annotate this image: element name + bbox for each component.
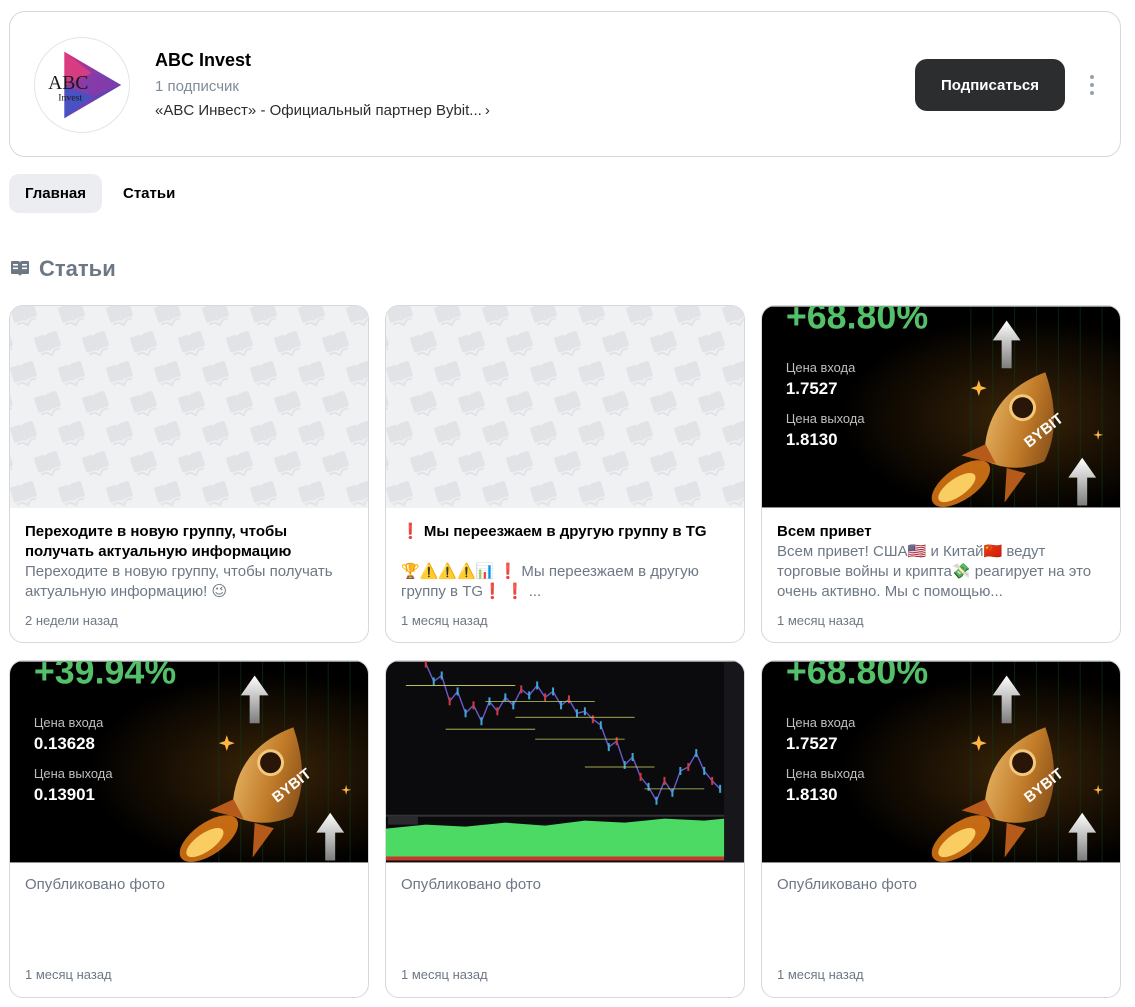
entry-price: 0.13628 (34, 734, 95, 753)
profit-percent: +68.80% (786, 661, 928, 691)
group-description-text: «ABC Инвест» - Официальный партнер Bybit… (155, 102, 482, 119)
card-preview-text: 🏆⚠️⚠️⚠️📊 ❗ Мы переезжаем в другую группу… (401, 563, 699, 600)
article-card[interactable]: +39.94% Цена входа 0.13628 Цена выхода 0.139… (9, 660, 369, 998)
article-card[interactable]: Опубликовано фото 1 месяц назад (385, 660, 745, 998)
exit-price: 1.8130 (786, 785, 838, 804)
card-timestamp: 1 месяц назад (401, 967, 488, 982)
exit-label: Цена выхода (786, 411, 865, 426)
card-timestamp: 1 месяц назад (401, 613, 488, 628)
exit-price: 1.8130 (786, 430, 838, 449)
card-thumbnail[interactable] (10, 306, 368, 508)
trade-result-image: +68.80% Цена входа 1.7527 Цена выхода 1.8130… (762, 306, 1120, 508)
group-avatar[interactable]: ABC Invest (34, 37, 130, 133)
placeholder-pattern (10, 306, 368, 508)
section-title: Статьи (39, 256, 116, 281)
group-header-card: ABC Invest ABC Invest 1 подписчик «ABC И… (9, 11, 1121, 157)
card-timestamp: 1 месяц назад (777, 967, 864, 982)
card-preview-text: Переходите в новую группу, чтобы получат… (25, 563, 333, 600)
trade-result-image: +39.94% Цена входа 0.13628 Цена выхода 0.139… (10, 661, 368, 863)
article-card[interactable]: ❗ Мы переезжаем в другую группу в TG 🏆⚠️⚠… (385, 305, 745, 643)
trading-chart-image (386, 661, 744, 863)
card-thumbnail[interactable] (386, 306, 744, 508)
chevron-right-icon: › (484, 102, 490, 119)
profit-percent: +68.80% (786, 306, 928, 336)
entry-price: 1.7527 (786, 734, 838, 753)
card-thumbnail[interactable]: +68.80% Цена входа 1.7527 Цена выхода 1.8130… (762, 661, 1120, 863)
profit-percent: +39.94% (34, 661, 176, 691)
card-timestamp: 1 месяц назад (25, 967, 112, 982)
card-title[interactable]: Переходите в новую группу, чтобы получат… (25, 522, 345, 562)
subscribe-button[interactable]: Подписаться (915, 59, 1065, 111)
card-thumbnail[interactable]: +39.94% Цена входа 0.13628 Цена выхода 0.139… (10, 661, 368, 863)
entry-price: 1.7527 (786, 379, 838, 398)
article-card[interactable]: +68.80% Цена входа 1.7527 Цена выхода 1.8130… (761, 660, 1121, 998)
subscriber-count[interactable]: 1 подписчик (155, 78, 239, 95)
group-description[interactable]: «ABC Инвест» - Официальный партнер Bybit… (155, 102, 490, 119)
tab-articles[interactable]: Статьи (107, 174, 191, 213)
section-articles-header: Статьи (9, 256, 116, 282)
tab-main[interactable]: Главная (9, 174, 103, 213)
article-card[interactable]: Переходите в новую группу, чтобы получат… (9, 305, 369, 643)
book-icon (11, 261, 29, 276)
card-preview-text: Опубликовано фото (777, 876, 917, 893)
svg-text:Invest: Invest (58, 93, 82, 104)
placeholder-pattern (386, 306, 744, 508)
exit-label: Цена выхода (786, 766, 865, 781)
card-preview-text: Всем привет! США🇺🇸 и Китай🇨🇳 ведут торго… (777, 543, 1092, 600)
entry-label: Цена входа (34, 715, 104, 730)
svg-text:ABC: ABC (48, 73, 88, 94)
more-options-icon[interactable] (1080, 70, 1104, 100)
trade-result-image: +68.80% Цена входа 1.7527 Цена выхода 1.8130… (762, 661, 1120, 863)
card-thumbnail[interactable] (386, 661, 744, 863)
card-preview-text: Опубликовано фото (401, 876, 541, 893)
card-title[interactable]: Всем привет (777, 522, 1097, 542)
card-timestamp: 2 недели назад (25, 613, 118, 628)
card-timestamp: 1 месяц назад (777, 613, 864, 628)
exit-label: Цена выхода (34, 766, 113, 781)
entry-label: Цена входа (786, 360, 856, 375)
group-name[interactable]: ABC Invest (155, 50, 251, 71)
exit-price: 0.13901 (34, 785, 95, 804)
abc-invest-logo: ABC Invest (48, 51, 122, 119)
card-title[interactable]: ❗ Мы переезжаем в другую группу в TG (401, 522, 721, 542)
entry-label: Цена входа (786, 715, 856, 730)
card-preview-text: Опубликовано фото (25, 876, 165, 893)
card-thumbnail[interactable]: +68.80% Цена входа 1.7527 Цена выхода 1.8130… (762, 306, 1120, 508)
article-card[interactable]: +68.80% Цена входа 1.7527 Цена выхода 1.8130… (761, 305, 1121, 643)
